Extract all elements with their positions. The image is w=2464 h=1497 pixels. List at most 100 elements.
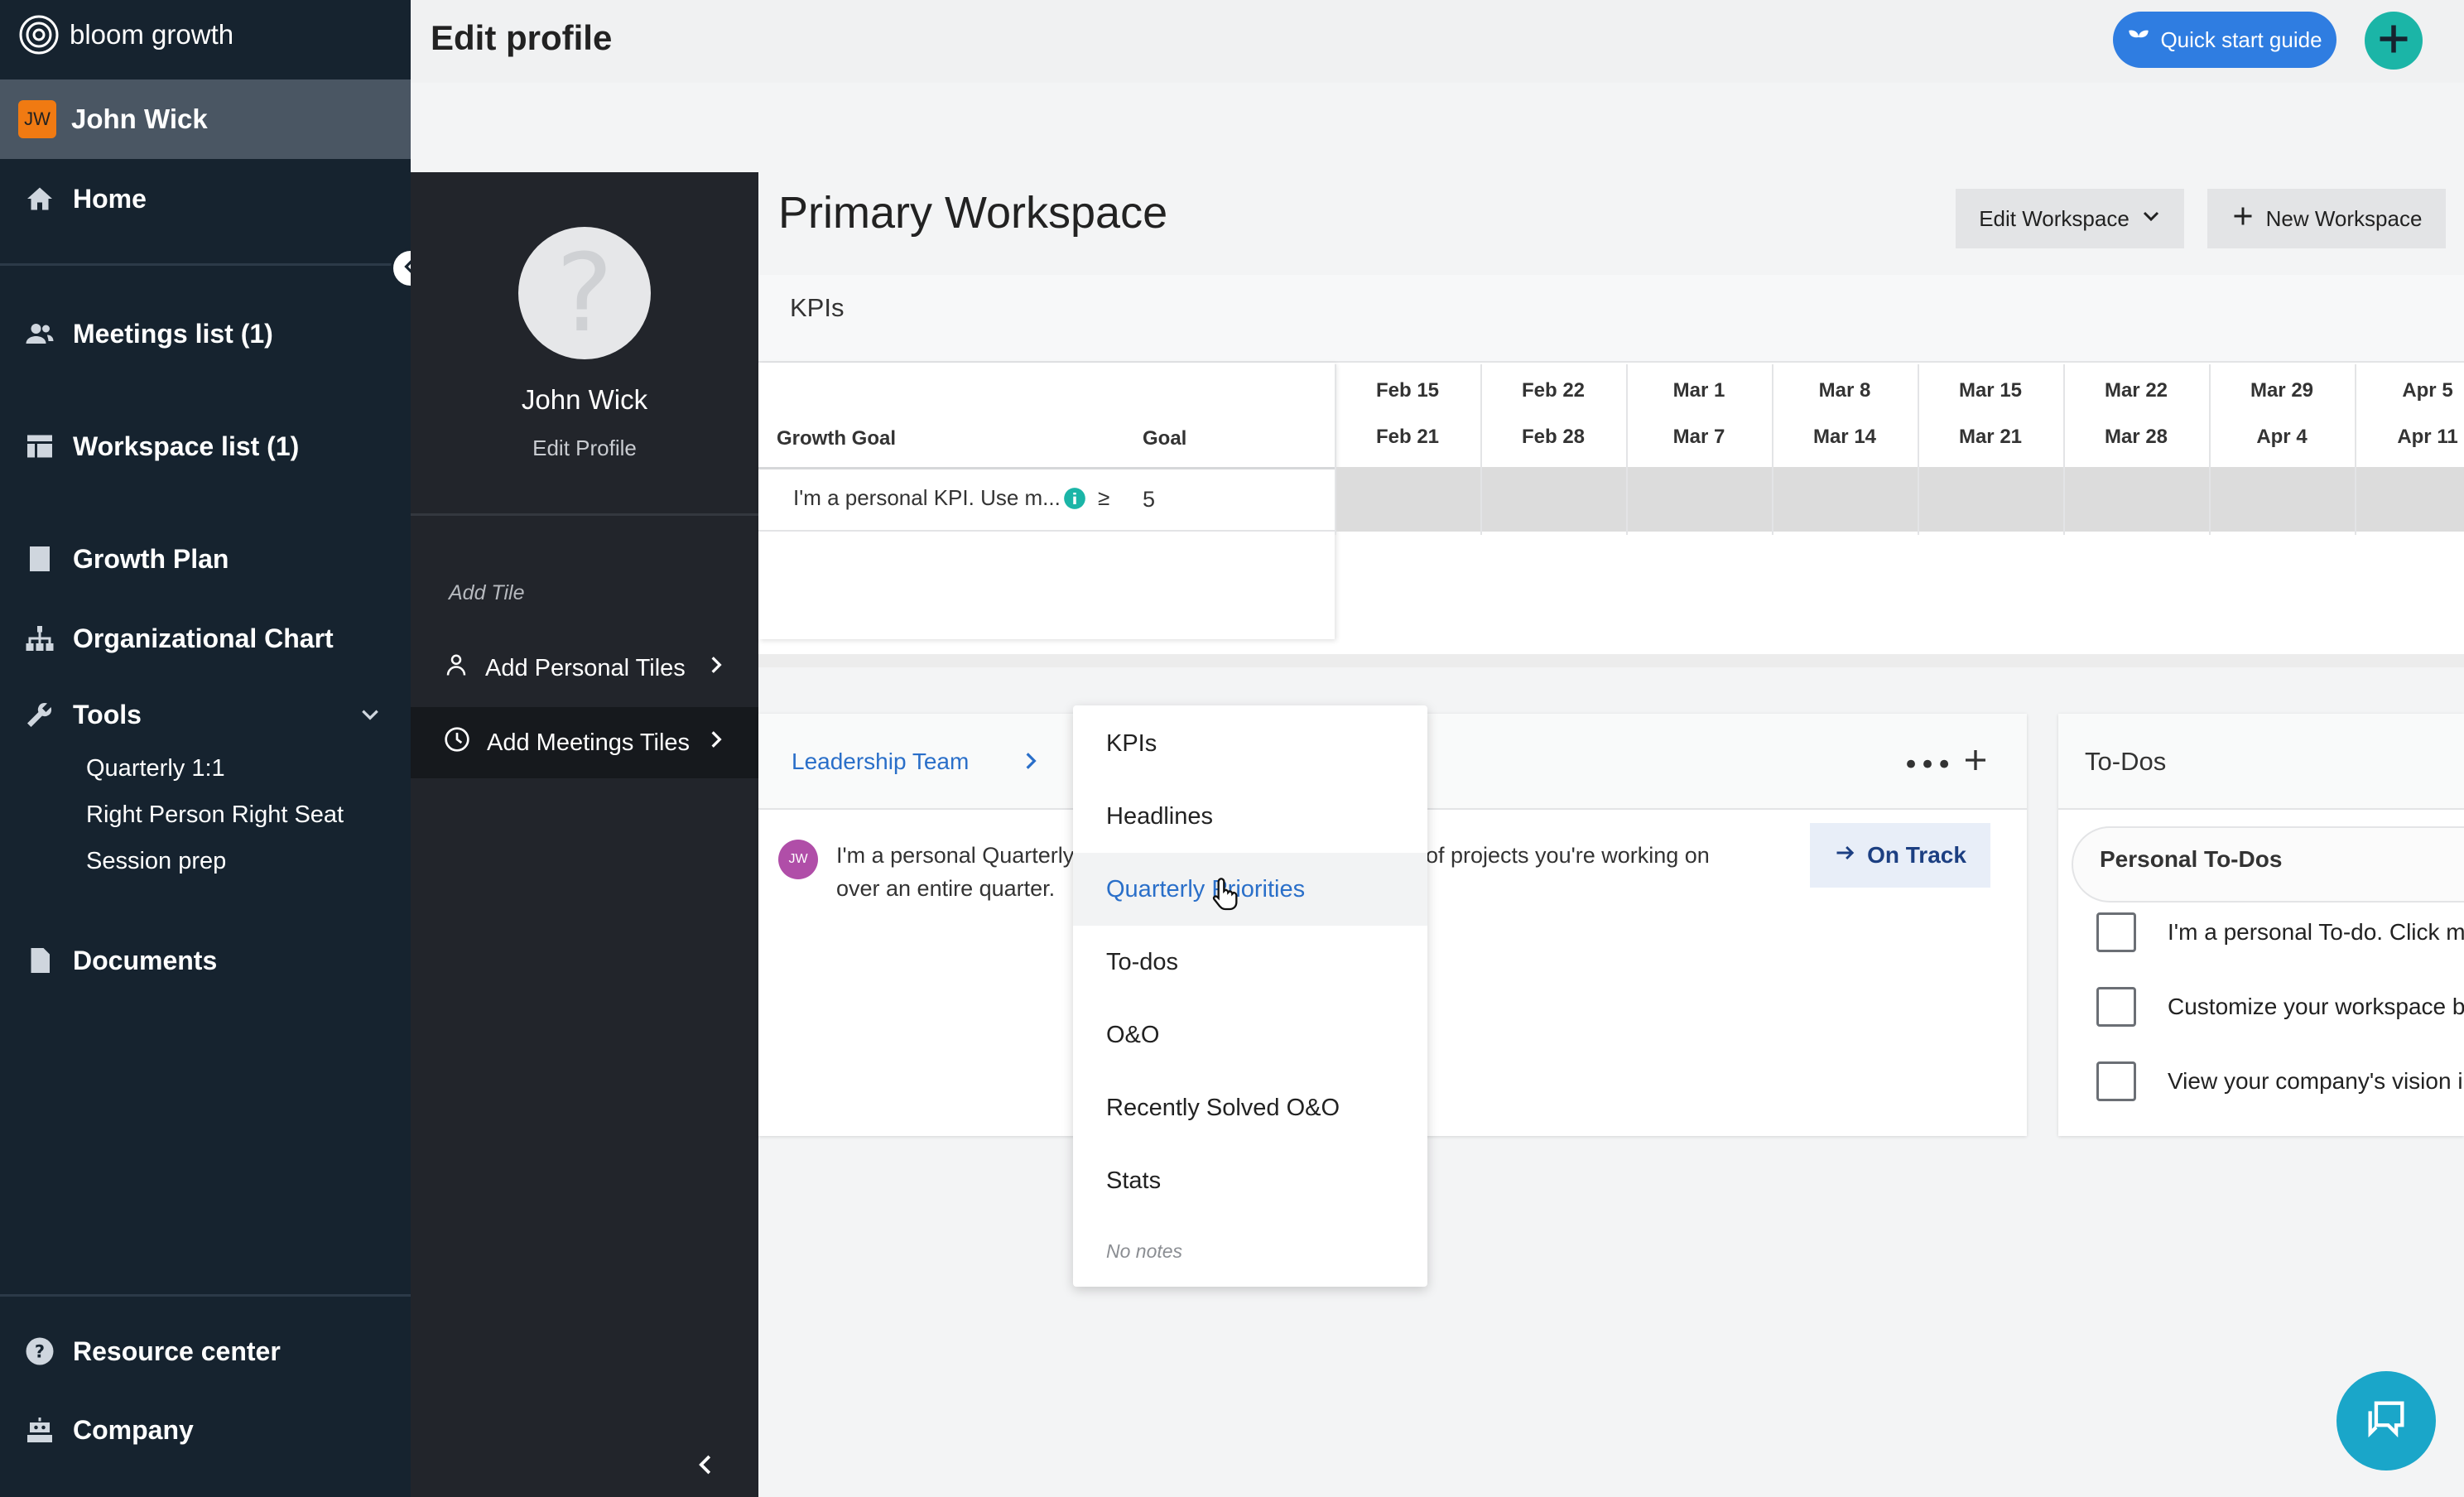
kpi-week-start: Feb 22: [1521, 379, 1586, 402]
edit-workspace-button[interactable]: Edit Workspace: [1956, 189, 2184, 248]
edit-workspace-label: Edit Workspace: [1979, 205, 2130, 231]
todo-item[interactable]: I'm a personal To-do. Click me: [2096, 912, 2464, 952]
kpi-col-growth-goal: Growth Goal: [777, 427, 896, 450]
wrench-icon: [23, 698, 56, 731]
kpi-week-end: Mar 21: [1958, 426, 2023, 448]
tools-item-quarterly-1-1[interactable]: Quarterly 1:1: [86, 755, 225, 782]
add-personal-tiles-item[interactable]: Add Personal Tiles: [411, 633, 758, 704]
kpi-week-start: Mar 1: [1672, 379, 1725, 402]
todo-label: View your company's vision i: [2168, 1068, 2463, 1094]
quick-start-button[interactable]: Quick start guide: [2113, 12, 2336, 68]
add-personal-tiles-label: Add Personal Tiles: [485, 654, 686, 681]
sprout-icon: [2127, 26, 2150, 55]
kpi-week-end: Feb 21: [1375, 426, 1440, 448]
kpi-week-end: Apr 11: [2397, 426, 2458, 448]
panel-divider: [411, 513, 758, 516]
info-icon[interactable]: [1063, 487, 1086, 514]
kpi-row-goal[interactable]: 5: [1143, 487, 1155, 513]
nav-company-label: Company: [73, 1414, 194, 1445]
people-icon: [23, 317, 56, 350]
nav-growth-plan[interactable]: Growth Plan: [0, 530, 411, 588]
quick-start-label: Quick start guide: [2160, 26, 2322, 52]
document-icon: [23, 944, 56, 977]
add-button[interactable]: [2365, 12, 2423, 70]
hand-cursor-icon: [1209, 874, 1242, 915]
brand-name: bloom growth: [70, 19, 234, 50]
user-profile-row[interactable]: JW John Wick: [0, 79, 411, 159]
kpi-week-end: Mar 14: [1812, 426, 1877, 448]
todo-checkbox[interactable]: [2096, 1061, 2136, 1101]
kpi-week-start: Feb 15: [1375, 379, 1440, 402]
org-chart-icon: [23, 622, 56, 655]
nav-org-chart-label: Organizational Chart: [73, 623, 334, 653]
status-on-track-button[interactable]: On Track: [1810, 823, 1990, 888]
home-icon: [23, 182, 56, 215]
arrow-right-icon: [1834, 841, 1857, 870]
nav-meetings[interactable]: Meetings list (1): [0, 305, 411, 363]
nav-growth-plan-label: Growth Plan: [73, 543, 229, 574]
dropdown-item[interactable]: O&O: [1073, 999, 1427, 1071]
kpi-week-end: Feb 28: [1521, 426, 1586, 448]
tile-type-dropdown: KPIs Headlines Quarterly Priorities To-dos O…: [1073, 705, 1427, 1287]
document-grid-icon: [23, 542, 56, 575]
todos-title: To-Dos: [2085, 747, 2167, 776]
add-meetings-tiles-item[interactable]: Add Meetings Tiles: [411, 707, 758, 778]
leadership-team-label: Leadership Team: [792, 748, 970, 774]
new-workspace-label: New Workspace: [2265, 205, 2423, 231]
chevron-down-icon[interactable]: [358, 704, 383, 725]
nav-documents[interactable]: Documents: [0, 931, 411, 989]
workspace-title: Primary Workspace: [778, 188, 1168, 238]
question-mark-icon: ?: [556, 230, 614, 356]
nav-company[interactable]: Company: [0, 1401, 411, 1459]
nav-documents-label: Documents: [73, 945, 218, 975]
todo-item[interactable]: Customize your workspace b: [2096, 987, 2464, 1027]
dropdown-item[interactable]: To-dos: [1073, 926, 1427, 999]
kpi-scrollbar[interactable]: [758, 654, 2464, 667]
nav-resource-center[interactable]: ? Resource center: [0, 1322, 411, 1380]
chat-button[interactable]: [2336, 1371, 2436, 1471]
personal-todos-label: Personal To-Dos: [2100, 846, 2283, 872]
plus-icon: [2231, 205, 2255, 233]
todo-checkbox[interactable]: [2096, 987, 2136, 1027]
nav-tools[interactable]: Tools: [0, 686, 411, 744]
dropdown-item[interactable]: KPIs: [1073, 707, 1427, 780]
person-icon: [444, 652, 469, 684]
plus-icon[interactable]: [1962, 747, 1989, 777]
chevron-right-icon: [705, 654, 727, 682]
profile-avatar[interactable]: ?: [518, 227, 651, 359]
brand[interactable]: bloom growth: [18, 12, 233, 58]
nav-workspaces-label: Workspace list (1): [73, 431, 300, 461]
tools-item-session-prep[interactable]: Session prep: [86, 848, 226, 875]
nav-workspaces[interactable]: Workspace list (1): [0, 417, 411, 475]
kpi-row-name[interactable]: I'm a personal KPI. Use m...: [793, 485, 1061, 511]
priority-row-text-2[interactable]: over an entire quarter.: [836, 876, 1055, 902]
nav-org-chart[interactable]: Organizational Chart: [0, 609, 411, 667]
edit-profile-link[interactable]: Edit Profile: [411, 436, 758, 461]
priority-row-text-1b[interactable]: of projects you're working on: [1426, 843, 1710, 869]
kpi-week-start: Mar 15: [1958, 379, 2023, 402]
svg-text:?: ?: [35, 1342, 45, 1362]
clock-icon: [444, 726, 470, 759]
todo-item[interactable]: View your company's vision i: [2096, 1061, 2463, 1101]
robot-icon: [23, 1413, 56, 1446]
left-navigation: bloom growth JW John Wick Home Meetings …: [0, 0, 411, 1497]
dropdown-item[interactable]: Stats: [1073, 1144, 1427, 1217]
kpi-week-start: Mar 22: [2104, 379, 2168, 402]
dropdown-item[interactable]: Recently Solved O&O: [1073, 1071, 1427, 1144]
priority-row-text-1a[interactable]: I'm a personal Quarterly: [836, 843, 1074, 869]
more-options-icon[interactable]: •••: [1903, 748, 1952, 782]
chevron-down-icon: [2141, 206, 2161, 232]
nav-home[interactable]: Home: [0, 170, 411, 228]
collapse-panel-icon[interactable]: [694, 1452, 719, 1481]
tools-item-right-person[interactable]: Right Person Right Seat: [86, 801, 344, 829]
priority-row-avatar: JW: [778, 840, 818, 879]
new-workspace-button[interactable]: New Workspace: [2207, 189, 2446, 248]
leadership-team-selector[interactable]: Leadership Team: [792, 725, 1073, 798]
todo-label: Customize your workspace b: [2168, 994, 2464, 1019]
dropdown-item[interactable]: Quarterly Priorities: [1073, 853, 1427, 926]
page-title: Edit profile: [431, 18, 613, 57]
kpi-tile-header: [758, 275, 2464, 363]
dropdown-item[interactable]: Headlines: [1073, 780, 1427, 853]
kpi-week-end: Mar 28: [2104, 426, 2168, 448]
todo-checkbox[interactable]: [2096, 912, 2136, 952]
